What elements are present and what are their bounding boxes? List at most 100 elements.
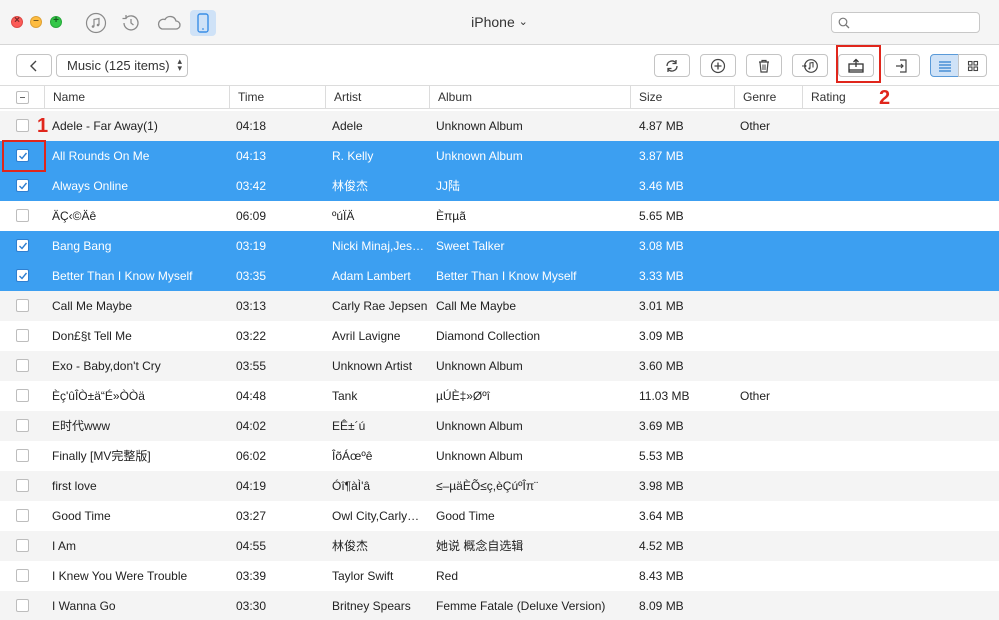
- callout-number-2: 2: [879, 87, 891, 109]
- cell-name: Exo - Baby,don't Cry: [52, 359, 161, 373]
- grid-view-icon: [967, 60, 978, 71]
- cell-name: Bang Bang: [52, 239, 112, 253]
- row-checkbox[interactable]: [16, 539, 29, 552]
- column-header-artist[interactable]: Artist: [325, 86, 429, 108]
- cell-time: 03:39: [236, 569, 267, 583]
- column-header-size[interactable]: Size: [630, 86, 734, 108]
- cell-artist: Owl City,Carly…: [332, 509, 420, 523]
- back-button[interactable]: [16, 54, 52, 77]
- cell-name: Èç'ûÎÒ±ä“É»ÒÒä: [52, 389, 145, 403]
- list-view-button[interactable]: [930, 54, 959, 77]
- cell-artist: Adam Lambert: [332, 269, 411, 283]
- table-row[interactable]: Call Me Maybe 03:13 Carly Rae Jepsen Call M…: [0, 291, 999, 321]
- title-bar: × – + iPhone ⌄: [0, 0, 999, 45]
- chevron-down-icon[interactable]: ⌄: [519, 16, 528, 28]
- cell-time: 03:13: [236, 299, 267, 313]
- row-checkbox[interactable]: [16, 509, 29, 522]
- cell-artist: Adele: [332, 119, 363, 133]
- row-checkbox[interactable]: [16, 119, 29, 132]
- row-checkbox[interactable]: [16, 239, 29, 252]
- table-row[interactable]: Don£§t Tell Me 03:22 Avril Lavigne Diamond …: [0, 321, 999, 351]
- cell-album: JJ陆: [436, 179, 461, 193]
- cell-artist: Tank: [332, 389, 358, 403]
- minimize-window-button[interactable]: –: [30, 15, 42, 28]
- row-checkbox[interactable]: [16, 329, 29, 342]
- row-checkbox[interactable]: [16, 419, 29, 432]
- cell-genre: [740, 561, 800, 591]
- table-row[interactable]: Finally [MV完整版] 06:02 ÎõÁœºê Unknown Album 5…: [0, 441, 999, 471]
- column-header-album[interactable]: Album: [429, 86, 630, 108]
- history-icon[interactable]: [118, 10, 144, 36]
- table-row[interactable]: Bang Bang 03:19 Nicki Minaj,Jes… Sweet Talk…: [0, 231, 999, 261]
- category-dropdown[interactable]: Music (125 items) ▴ ▾: [56, 54, 188, 77]
- cell-size: 3.60 MB: [639, 359, 684, 373]
- table-row[interactable]: Exo - Baby,don't Cry 03:55 Unknown Artist U…: [0, 351, 999, 381]
- cell-time: 06:09: [236, 209, 267, 223]
- cell-genre: [740, 201, 800, 231]
- device-name[interactable]: iPhone: [471, 14, 515, 30]
- cell-name: first love: [52, 479, 97, 493]
- cell-size: 3.33 MB: [639, 269, 684, 283]
- table-row[interactable]: first love 04:19 Óî¶àÌ'â ≤–µäÈÕ≤ç,èÇúºÎπ¨ 3.…: [0, 471, 999, 501]
- row-checkbox[interactable]: [16, 569, 29, 582]
- table-row[interactable]: I Knew You Were Trouble 03:39 Taylor Swift…: [0, 561, 999, 591]
- import-icon: [896, 58, 907, 73]
- cell-time: 04:02: [236, 419, 267, 433]
- list-view-icon: [938, 60, 951, 72]
- to-itunes-button[interactable]: [792, 54, 828, 77]
- search-input[interactable]: [854, 15, 974, 30]
- grid-view-button[interactable]: [958, 54, 987, 77]
- cell-album: µÚÈ‡»Øºî: [436, 389, 490, 403]
- cell-artist: 林俊杰: [332, 179, 369, 193]
- table-row[interactable]: Adele - Far Away(1) 04:18 Adele Unknown Alb…: [0, 111, 999, 141]
- cell-album: Èπµã: [436, 209, 466, 223]
- table-row[interactable]: All Rounds On Me 04:13 R. Kelly Unknown Alb…: [0, 141, 999, 171]
- table-row[interactable]: Good Time 03:27 Owl City,Carly… Good Time 3.…: [0, 501, 999, 531]
- cell-genre: [740, 411, 800, 441]
- cell-size: 3.69 MB: [639, 419, 684, 433]
- table-row[interactable]: I Wanna Go 03:30 Britney Spears Femme Fatal…: [0, 591, 999, 620]
- row-checkbox[interactable]: [16, 599, 29, 612]
- iphone-icon[interactable]: [190, 10, 216, 36]
- close-window-button[interactable]: ×: [11, 15, 23, 28]
- table-row[interactable]: Always Online 03:42 林俊杰 JJ陆 3.46 MB: [0, 171, 999, 201]
- delete-button[interactable]: [746, 54, 782, 77]
- cell-name: Call Me Maybe: [52, 299, 133, 313]
- search-field[interactable]: [831, 12, 980, 33]
- row-checkbox[interactable]: [16, 359, 29, 372]
- row-checkbox[interactable]: [16, 389, 29, 402]
- row-checkbox[interactable]: [16, 179, 29, 192]
- cell-genre: [740, 171, 800, 201]
- cell-artist: 林俊杰: [332, 539, 369, 553]
- table-row[interactable]: ÄÇ‹©Äê 06:09 ºúÏÄ Èπµã 5.65 MB: [0, 201, 999, 231]
- select-all-checkbox[interactable]: [16, 91, 29, 104]
- cell-name: I Am: [52, 539, 77, 553]
- music-note-icon[interactable]: [83, 10, 109, 36]
- column-header-genre[interactable]: Genre: [734, 86, 802, 108]
- cell-name: Better Than I Know Myself: [52, 269, 193, 283]
- maximize-window-button[interactable]: +: [50, 15, 62, 28]
- cell-size: 8.09 MB: [639, 599, 684, 613]
- cell-genre: [740, 501, 800, 531]
- column-header-name[interactable]: Name: [44, 86, 229, 108]
- cell-name: Always Online: [52, 179, 129, 193]
- table-row[interactable]: E时代www 04:02 EÊ±´ú Unknown Album 3.69 MB: [0, 411, 999, 441]
- table-row[interactable]: I Am 04:55 林俊杰 她说 概念自选辑 4.52 MB: [0, 531, 999, 561]
- row-checkbox[interactable]: [16, 269, 29, 282]
- cell-artist: Taylor Swift: [332, 569, 394, 583]
- row-checkbox[interactable]: [16, 449, 29, 462]
- cell-genre: [740, 441, 800, 471]
- import-button[interactable]: [884, 54, 920, 77]
- column-header-rating[interactable]: Rating: [802, 86, 999, 108]
- cloud-icon[interactable]: [154, 10, 184, 36]
- cell-time: 06:02: [236, 449, 267, 463]
- refresh-button[interactable]: [654, 54, 690, 77]
- table-row[interactable]: Èç'ûÎÒ±ä“É»ÒÒä 04:48 Tank µÚÈ‡»Øºî 11.03 MB O…: [0, 381, 999, 411]
- cell-time: 04:18: [236, 119, 267, 133]
- column-header-time[interactable]: Time: [229, 86, 325, 108]
- add-button[interactable]: [700, 54, 736, 77]
- row-checkbox[interactable]: [16, 209, 29, 222]
- row-checkbox[interactable]: [16, 479, 29, 492]
- table-row[interactable]: Better Than I Know Myself 03:35 Adam Lambe…: [0, 261, 999, 291]
- row-checkbox[interactable]: [16, 299, 29, 312]
